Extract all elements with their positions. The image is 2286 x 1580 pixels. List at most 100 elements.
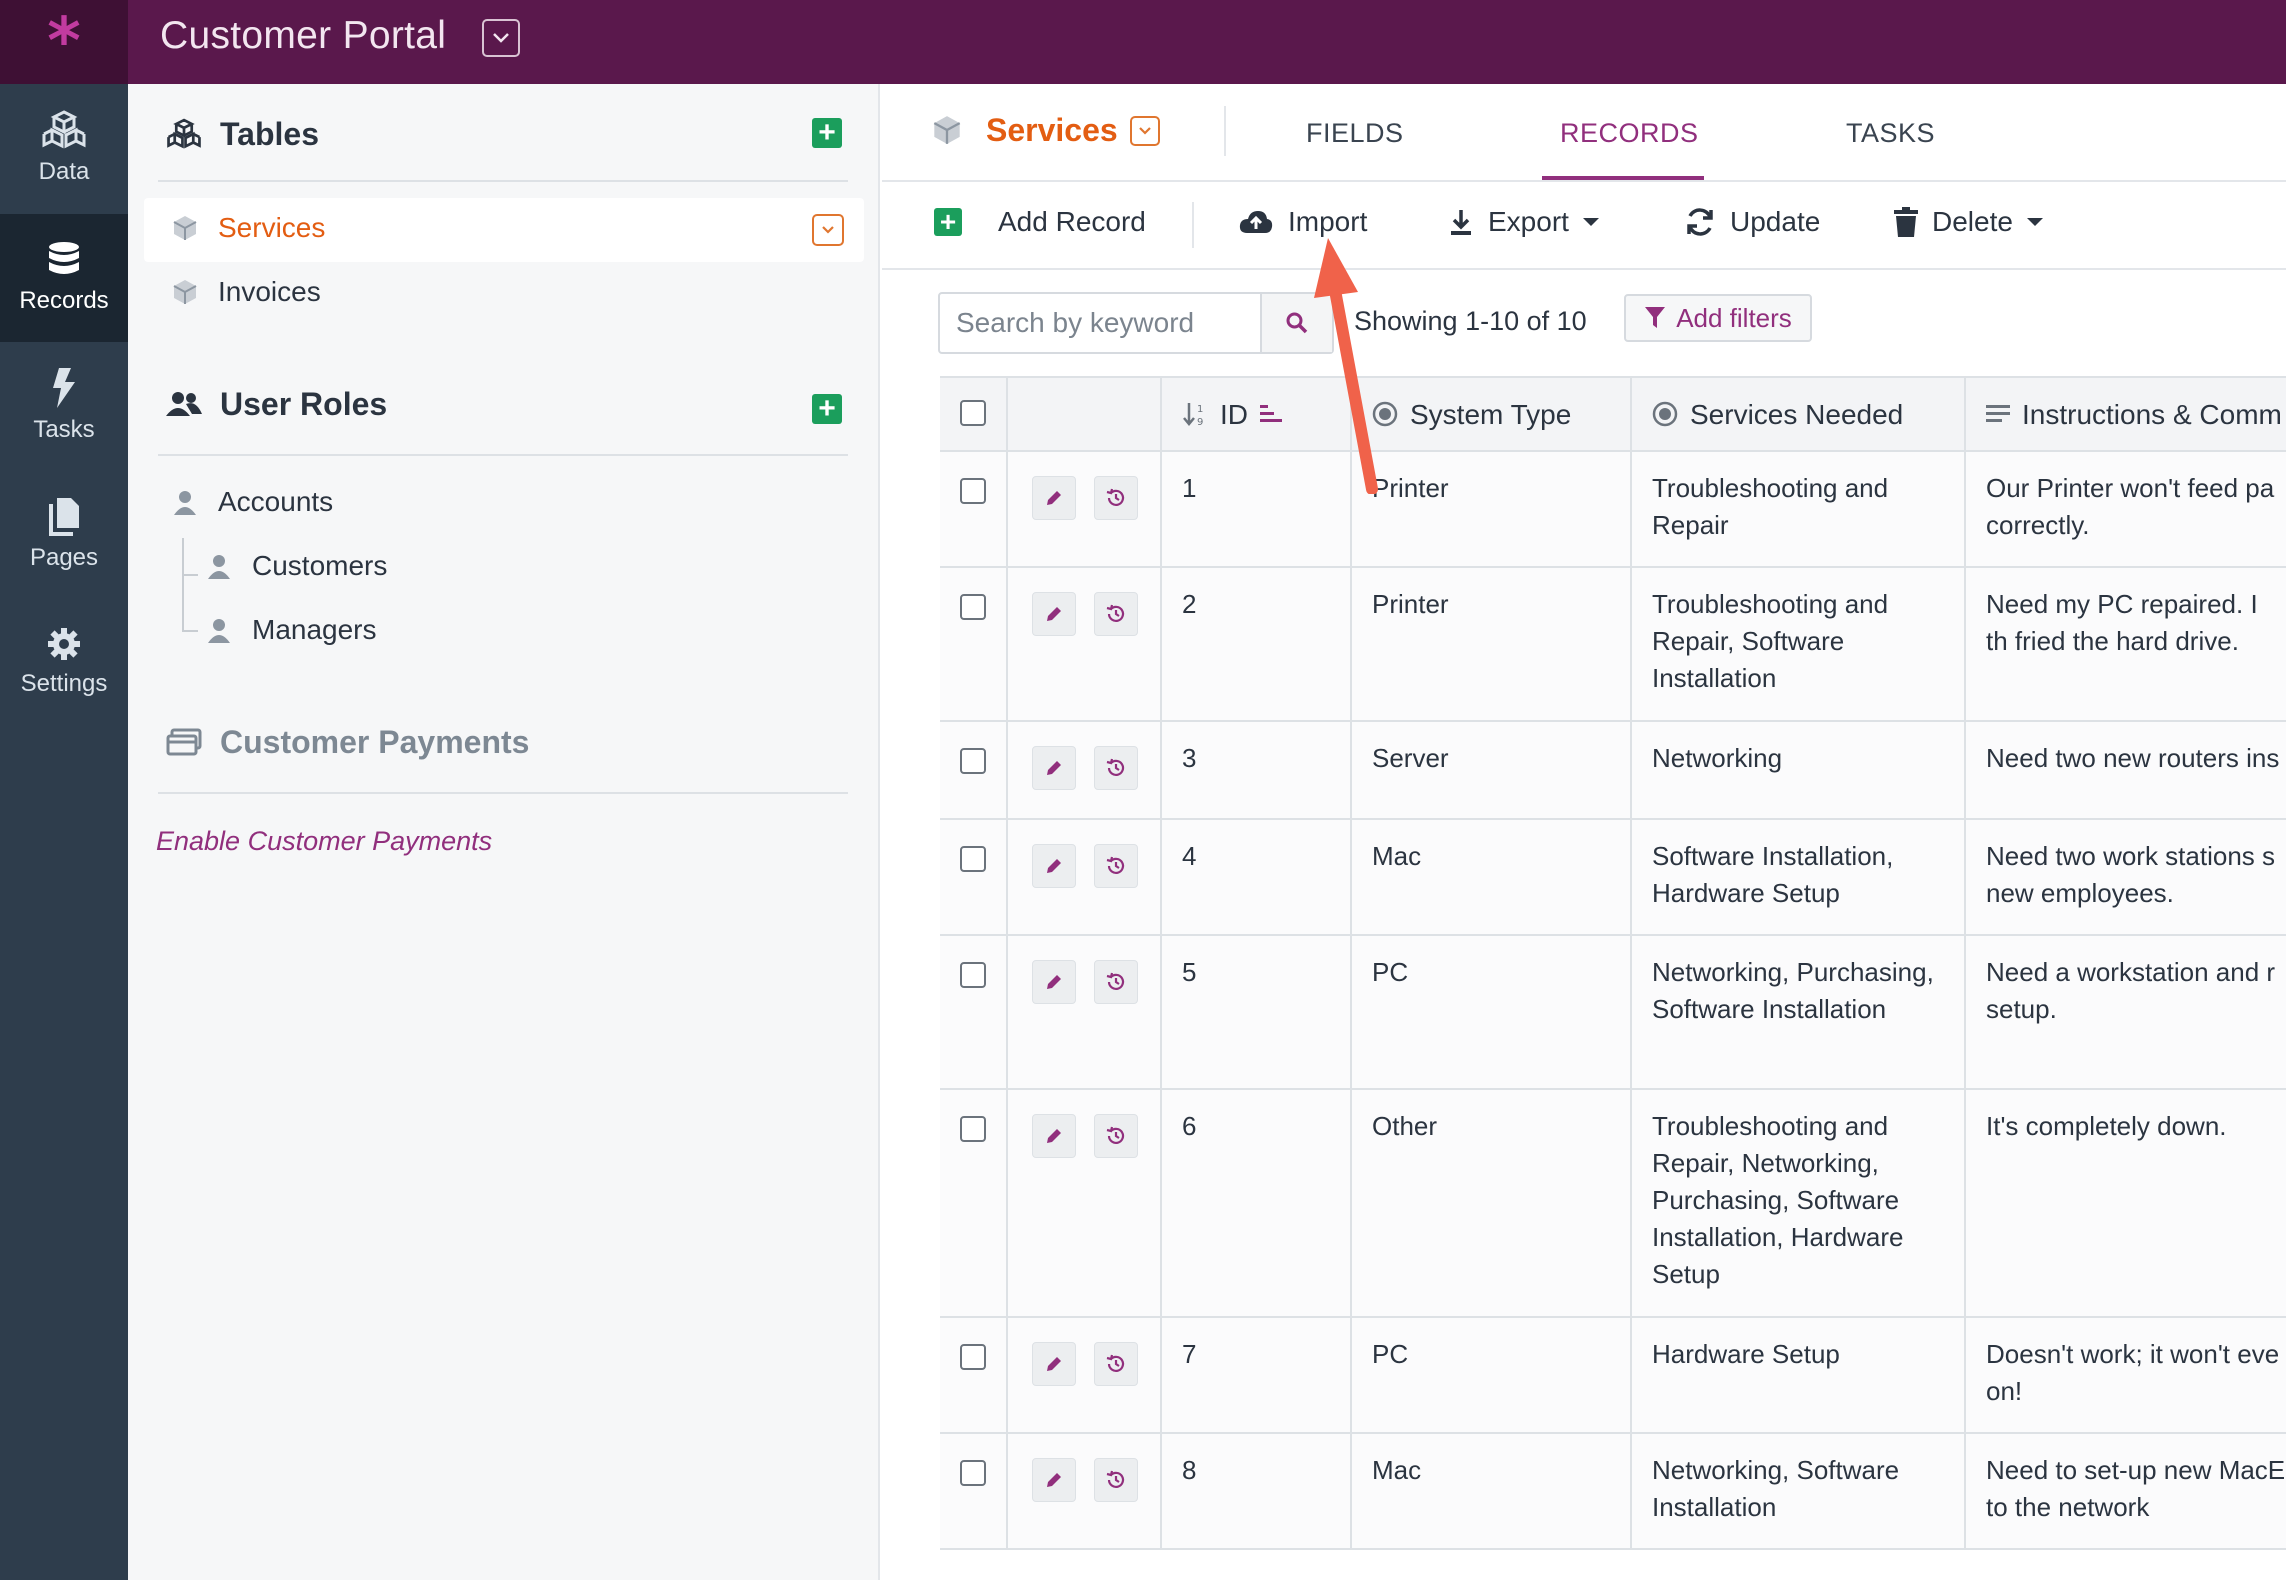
cell-services-needed: Networking: [1632, 722, 1966, 818]
row-select-cell: [940, 1434, 1008, 1548]
plus-icon: +: [818, 392, 836, 425]
app-logo[interactable]: *: [0, 0, 128, 84]
nav-data[interactable]: Data: [0, 84, 128, 212]
edit-record-button[interactable]: [1032, 844, 1076, 888]
cell-system-type: Server: [1352, 722, 1632, 818]
sort-numeric-icon: 19: [1182, 401, 1208, 427]
row-checkbox[interactable]: [960, 478, 986, 504]
tab-fields[interactable]: FIELDS: [1306, 118, 1404, 149]
edit-record-button[interactable]: [1032, 960, 1076, 1004]
nav-pages[interactable]: Pages: [0, 470, 128, 598]
app-switcher-dropdown[interactable]: [482, 19, 520, 57]
role-item-managers[interactable]: Managers: [204, 614, 377, 646]
select-all-checkbox[interactable]: [960, 400, 986, 426]
trash-icon: [1894, 207, 1918, 237]
table-row[interactable]: 2 Printer Troubleshooting and Repair, Soft…: [940, 568, 2286, 722]
services-options-dropdown[interactable]: [812, 214, 844, 246]
row-checkbox[interactable]: [960, 962, 986, 988]
add-record-button[interactable]: + Add Record: [934, 206, 1146, 238]
table-row[interactable]: 6 Other Troubleshooting and Repair, Networ…: [940, 1090, 2286, 1318]
caret-down-icon: [1582, 218, 1599, 226]
delete-button[interactable]: Delete: [1894, 206, 2043, 238]
row-actions-cell: [1008, 722, 1162, 818]
table-row[interactable]: 5 PC Networking, Purchasing, Software Inst…: [940, 936, 2286, 1090]
record-history-button[interactable]: [1094, 844, 1138, 888]
database-icon: [49, 242, 79, 274]
cell-services-needed: Troubleshooting and Repair, Networking, …: [1632, 1090, 1966, 1316]
record-history-button[interactable]: [1094, 476, 1138, 520]
pencil-icon: [1047, 761, 1061, 775]
user-icon: [204, 615, 234, 645]
edit-record-button[interactable]: [1032, 1458, 1076, 1502]
edit-record-button[interactable]: [1032, 1114, 1076, 1158]
table-row[interactable]: 7 PC Hardware Setup Doesn't work; it won't …: [940, 1318, 2286, 1434]
role-item-accounts[interactable]: Accounts: [170, 486, 333, 518]
tables-title: Tables: [220, 115, 319, 152]
record-history-button[interactable]: [1094, 592, 1138, 636]
row-checkbox[interactable]: [960, 594, 986, 620]
table-row[interactable]: 1 Printer Troubleshooting and Repair Our Pr…: [940, 452, 2286, 568]
history-icon: [1106, 604, 1125, 622]
cell-instructions: It's completely down.: [1986, 1111, 2227, 1141]
record-history-button[interactable]: [1094, 1458, 1138, 1502]
table-row[interactable]: 4 Mac Software Installation, Hardware Setu…: [940, 820, 2286, 936]
row-checkbox[interactable]: [960, 1460, 986, 1486]
table-row[interactable]: 3 Server Networking Need two new routers in…: [940, 722, 2286, 820]
nav-tasks[interactable]: Tasks: [0, 342, 128, 470]
export-button[interactable]: Export: [1448, 206, 1599, 238]
record-history-button[interactable]: [1094, 1342, 1138, 1386]
nav-label: Records: [19, 287, 109, 314]
chevron-down-icon: [493, 33, 509, 43]
header-system-type[interactable]: System Type: [1352, 378, 1632, 450]
row-checkbox[interactable]: [960, 1116, 986, 1142]
cell-id: 2: [1162, 568, 1352, 720]
cell-system-type: PC: [1352, 936, 1632, 1088]
cell-system-type: Mac: [1352, 820, 1632, 934]
nav-label: Tasks: [33, 416, 95, 443]
nav-records[interactable]: Records: [0, 214, 128, 342]
header-instructions[interactable]: Instructions & Comm: [1966, 378, 2286, 450]
record-history-button[interactable]: [1094, 1114, 1138, 1158]
divider: [1224, 106, 1226, 156]
update-button[interactable]: Update: [1684, 206, 1820, 238]
nav-settings[interactable]: Settings: [0, 598, 128, 726]
radio-icon: [1652, 401, 1678, 427]
edit-record-button[interactable]: [1032, 1342, 1076, 1386]
active-tab-indicator: [1542, 176, 1704, 180]
add-table-button[interactable]: +: [812, 118, 842, 148]
add-filters-button[interactable]: Add filters: [1624, 294, 1812, 342]
record-history-button[interactable]: [1094, 746, 1138, 790]
edit-record-button[interactable]: [1032, 592, 1076, 636]
column-label: Instructions & Comm: [2022, 398, 2282, 430]
object-options-dropdown[interactable]: [1130, 116, 1160, 146]
role-item-customers[interactable]: Customers: [204, 550, 387, 582]
cell-instructions: Need to set-up new MacE to the network: [1986, 1455, 2286, 1522]
record-history-button[interactable]: [1094, 960, 1138, 1004]
user-roles-header: User Roles: [164, 384, 387, 424]
row-checkbox[interactable]: [960, 846, 986, 872]
row-checkbox[interactable]: [960, 1344, 986, 1370]
table-row[interactable]: 8 Mac Networking, Software Installation Nee…: [940, 1434, 2286, 1550]
table-item-invoices[interactable]: Invoices: [170, 276, 321, 308]
search-input[interactable]: [940, 294, 1260, 352]
tab-tasks[interactable]: TASKS: [1846, 118, 1935, 149]
enable-customer-payments-link[interactable]: Enable Customer Payments: [156, 826, 492, 857]
cubes-icon: [164, 114, 204, 154]
edit-record-button[interactable]: [1032, 476, 1076, 520]
table-item-label: Services: [218, 212, 326, 243]
tables-section-header: Tables: [164, 114, 319, 154]
table-header-row: 19 ID System Type Services Needed Instru…: [940, 376, 2286, 452]
pencil-icon: [1047, 975, 1061, 989]
history-icon: [1106, 1470, 1125, 1488]
cube-icon: [170, 277, 200, 307]
edit-record-button[interactable]: [1032, 746, 1076, 790]
cell-services-needed: Hardware Setup: [1632, 1318, 1966, 1432]
tab-records[interactable]: RECORDS: [1560, 118, 1699, 149]
add-role-button[interactable]: +: [812, 394, 842, 424]
row-checkbox[interactable]: [960, 748, 986, 774]
column-label: Services Needed: [1690, 398, 1904, 430]
object-name: Services: [986, 112, 1118, 148]
table-item-services[interactable]: Services: [170, 212, 325, 244]
header-services-needed[interactable]: Services Needed: [1632, 378, 1966, 450]
row-select-cell: [940, 936, 1008, 1088]
